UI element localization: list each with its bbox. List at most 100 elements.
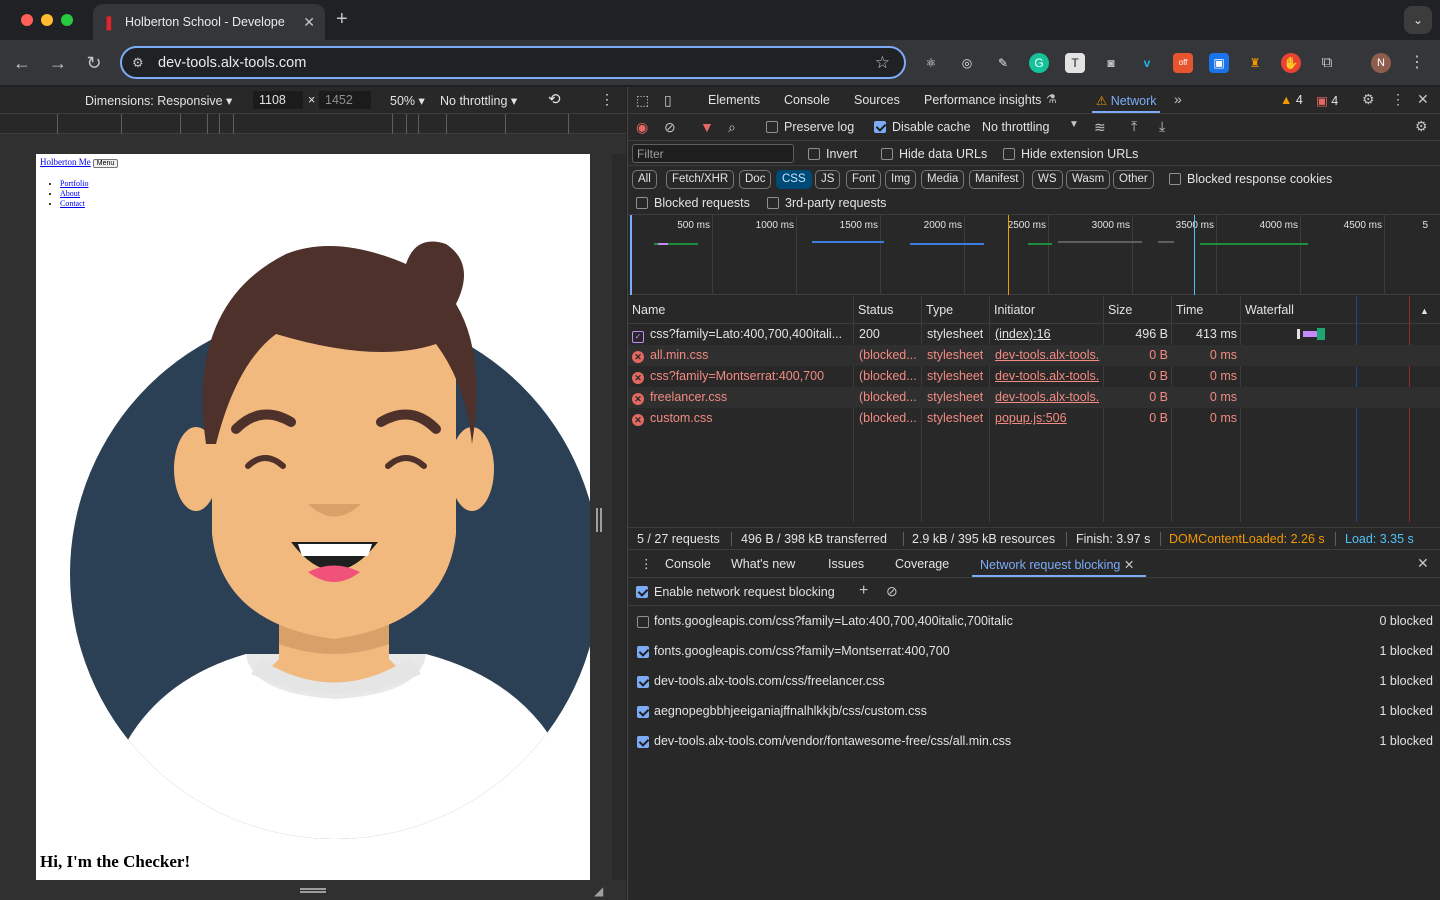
extensions-puzzle-icon[interactable]: ⧉ [1317, 53, 1337, 73]
type-other[interactable]: Other [1113, 170, 1154, 189]
record-icon[interactable]: ◉ [636, 119, 648, 136]
drawer-tab-whats-new[interactable]: What's new [731, 557, 795, 571]
search-icon[interactable]: ⌕ [728, 119, 736, 136]
browser-menu-icon[interactable]: ⋮ [1407, 53, 1427, 73]
vimeo-extension-icon[interactable]: v [1137, 53, 1157, 73]
eyedropper-extension-icon[interactable]: ✎ [993, 53, 1013, 73]
device-toggle-icon[interactable]: ▯ [664, 92, 672, 109]
forward-arrow-icon[interactable]: → [46, 51, 70, 75]
address-bar[interactable]: ⚙ dev-tools.alx-tools.com ☆ [120, 46, 906, 79]
tab-network[interactable]: ⚠ Network [1096, 93, 1157, 108]
column-initiator[interactable]: Initiator [994, 303, 1035, 317]
network-throttling-select[interactable]: No throttling [982, 120, 1049, 134]
blocking-pattern-row[interactable]: fonts.googleapis.com/css?family=Lato:400… [628, 607, 1440, 637]
drawer-tab-coverage[interactable]: Coverage [895, 557, 949, 571]
close-drawer-tab-icon[interactable]: ✕ [1124, 558, 1134, 572]
blocking-pattern-row[interactable]: dev-tools.alx-tools.com/vendor/fontaweso… [628, 727, 1440, 757]
table-row[interactable]: ✕ freelancer.css (blocked... stylesheet d… [628, 387, 1440, 408]
settings-gear-icon[interactable]: ⚙ [1362, 91, 1375, 108]
close-tab-icon[interactable]: ✕ [303, 14, 315, 31]
browser-tab[interactable]: ❚ Holberton School - Develope ✕ [93, 4, 325, 40]
screen-extension-icon[interactable]: ▣ [1209, 53, 1229, 73]
invert-checkbox[interactable]: Invert [808, 147, 857, 161]
import-har-icon[interactable]: ⤒ [1131, 118, 1137, 135]
reload-icon[interactable]: ↻ [82, 51, 106, 75]
tab-search-button[interactable]: ⌄ [1404, 6, 1432, 34]
minimize-window-button[interactable] [41, 14, 53, 26]
drawer-tab-console[interactable]: Console [665, 557, 711, 571]
viewport-bottom-resize-handle[interactable] [300, 888, 326, 893]
tab-console[interactable]: Console [784, 93, 830, 107]
enable-blocking-checkbox[interactable]: Enable network request blocking [636, 585, 835, 599]
close-devtools-icon[interactable]: ✕ [1417, 91, 1429, 108]
pattern-checkbox[interactable] [637, 736, 649, 748]
filter-input[interactable]: Filter [632, 144, 794, 163]
rotate-icon[interactable]: ⟲ [548, 90, 561, 108]
drawer-tab-network-request-blocking[interactable]: Network request blocking ✕ [980, 557, 1134, 572]
blocking-pattern-row[interactable]: aegnopegbbhjeeiganiajffnalhlkkjb/css/cus… [628, 697, 1440, 727]
network-settings-icon[interactable]: ⚙ [1415, 118, 1428, 135]
tab-elements[interactable]: Elements [708, 93, 760, 107]
more-tabs-icon[interactable]: » [1174, 91, 1182, 107]
table-row[interactable]: ✓ css?family=Lato:400,700,400itali... 200… [628, 324, 1440, 345]
width-input[interactable]: 1108 [253, 91, 303, 109]
hide-data-urls-checkbox[interactable]: Hide data URLs [881, 147, 987, 161]
hide-extension-urls-checkbox[interactable]: Hide extension URLs [1003, 147, 1138, 161]
drawer-tab-issues[interactable]: Issues [828, 557, 864, 571]
devtools-menu-icon[interactable]: ⋮ [1391, 91, 1405, 108]
remove-all-patterns-icon[interactable]: ⊘ [886, 583, 898, 600]
type-js[interactable]: JS [815, 170, 841, 189]
blocking-pattern-row[interactable]: fonts.googleapis.com/css?family=Montserr… [628, 637, 1440, 667]
export-har-icon[interactable]: ⤓ [1159, 118, 1165, 135]
filter-funnel-icon[interactable]: ▼ [700, 119, 714, 135]
column-size[interactable]: Size [1108, 303, 1132, 317]
chess-extension-icon[interactable]: ♜ [1245, 53, 1265, 73]
type-css[interactable]: CSS [776, 170, 812, 189]
type-fetch-xhr[interactable]: Fetch/XHR [666, 170, 735, 189]
blocked-requests-checkbox[interactable]: Blocked requests [636, 196, 750, 210]
type-all[interactable]: All [632, 170, 657, 189]
type-manifest[interactable]: Manifest [969, 170, 1025, 189]
pattern-checkbox[interactable] [637, 616, 649, 628]
type-media[interactable]: Media [921, 170, 965, 189]
pattern-checkbox[interactable] [637, 706, 649, 718]
close-drawer-icon[interactable]: ✕ [1417, 555, 1429, 572]
drawer-menu-icon[interactable]: ⋮ [640, 556, 653, 571]
third-party-checkbox[interactable]: 3rd-party requests [767, 196, 886, 210]
tab-sources[interactable]: Sources [854, 93, 900, 107]
target-extension-icon[interactable]: ◎ [957, 53, 977, 73]
clear-icon[interactable]: ⊘ [664, 119, 676, 136]
new-tab-button[interactable]: + [336, 8, 348, 31]
sort-ascending-icon[interactable]: ▲ [1420, 306, 1429, 316]
device-more-icon[interactable]: ⋮ [600, 91, 614, 108]
viewport-resize-handle[interactable] [596, 508, 602, 532]
blocking-pattern-row[interactable]: dev-tools.alx-tools.com/css/freelancer.c… [628, 667, 1440, 697]
network-overview-timeline[interactable]: 500 ms 1000 ms 1500 ms 2000 ms 2500 ms 3… [628, 215, 1440, 295]
column-status[interactable]: Status [858, 303, 893, 317]
add-pattern-icon[interactable]: + [859, 582, 868, 600]
grammarly-extension-icon[interactable]: G [1029, 53, 1049, 73]
column-waterfall[interactable]: Waterfall [1245, 303, 1294, 317]
table-row[interactable]: ✕ custom.css (blocked... stylesheet popup… [628, 408, 1440, 429]
type-ws[interactable]: WS [1032, 170, 1063, 189]
type-wasm[interactable]: Wasm [1066, 170, 1111, 189]
tab-performance-insights[interactable]: Performance insights [924, 93, 1041, 107]
notion-extension-icon[interactable]: T [1065, 53, 1085, 73]
url-text[interactable]: dev-tools.alx-tools.com [158, 55, 306, 71]
type-font[interactable]: Font [846, 170, 882, 189]
dimensions-select[interactable]: Dimensions: Responsive ▾ [85, 93, 232, 108]
column-type[interactable]: Type [926, 303, 953, 317]
corner-resize-icon[interactable]: ◢ [594, 884, 603, 898]
maximize-window-button[interactable] [61, 14, 73, 26]
network-conditions-icon[interactable]: ≋ [1094, 119, 1106, 136]
errors-count[interactable]: ▣ 4 [1316, 93, 1338, 108]
pattern-checkbox[interactable] [637, 646, 649, 658]
table-row[interactable]: ✕ all.min.css (blocked... stylesheet dev-… [628, 345, 1440, 366]
zoom-select[interactable]: 50% ▾ [390, 93, 425, 108]
warnings-count[interactable]: ▲ 4 [1280, 93, 1303, 107]
column-name[interactable]: Name [632, 303, 665, 317]
table-row[interactable]: ✕ css?family=Montserrat:400,700 (blocked.… [628, 366, 1440, 387]
height-input[interactable]: 1452 [319, 91, 371, 109]
profile-avatar[interactable]: N [1371, 53, 1391, 73]
throttling-dropdown-icon[interactable]: ▼ [1069, 119, 1079, 130]
